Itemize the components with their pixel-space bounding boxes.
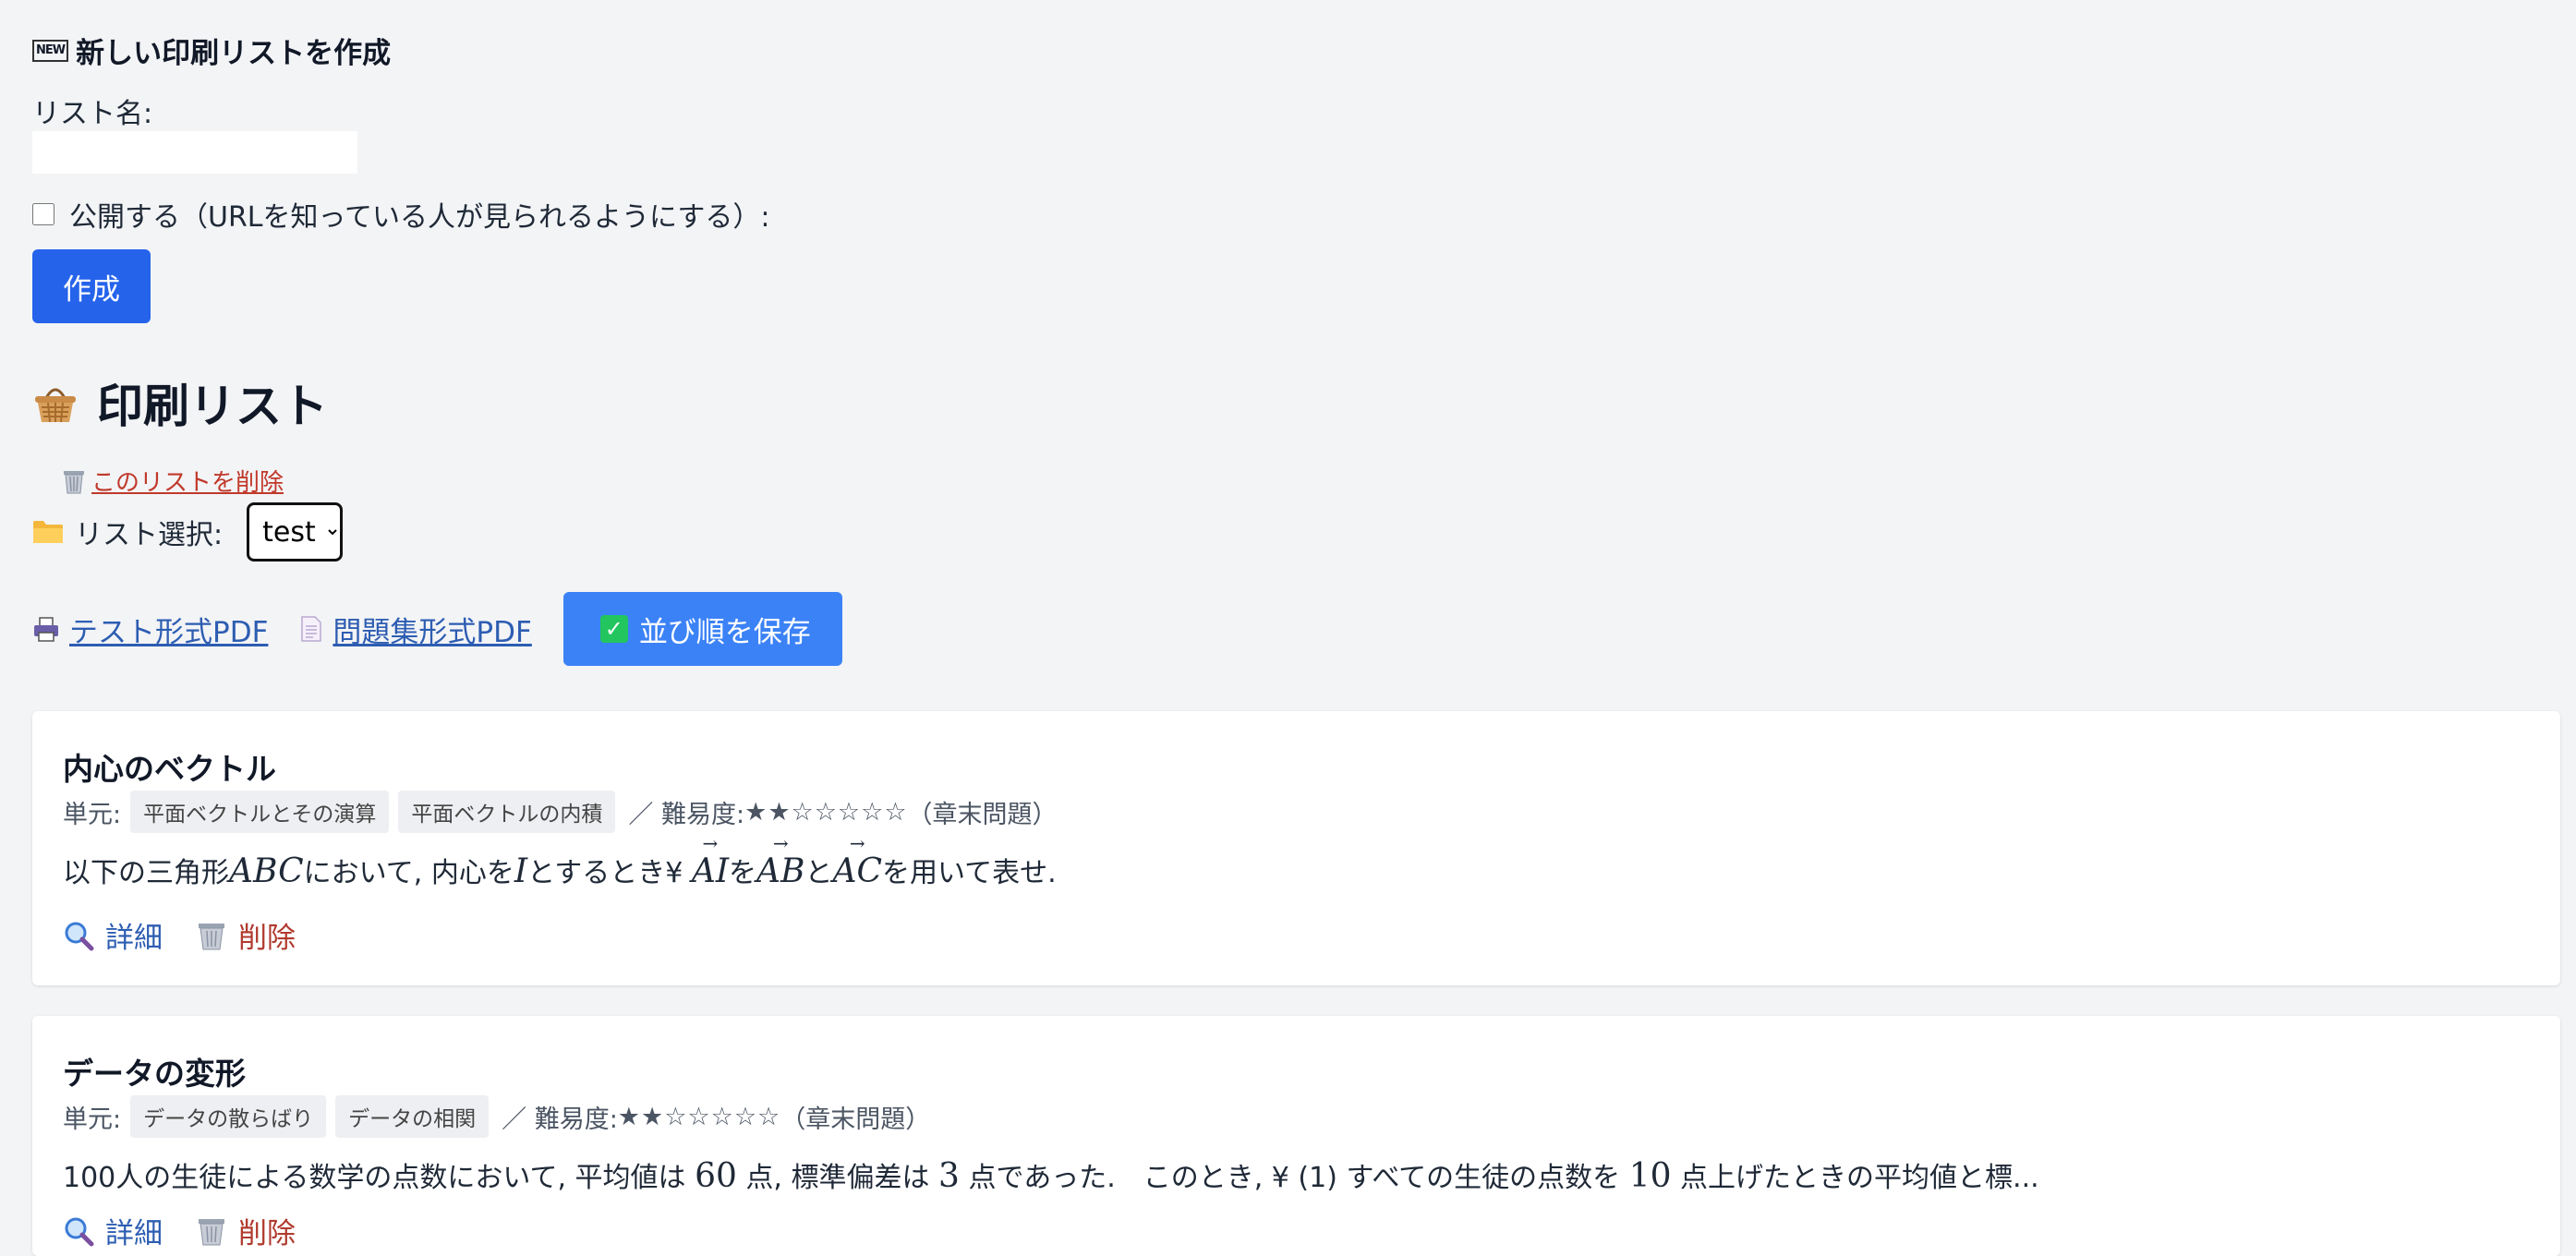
math-number: 10 <box>1628 1157 1672 1195</box>
document-icon <box>301 616 322 642</box>
body-text: 点であった. このとき, ¥ (1) すべての生徒の点数を <box>959 1162 1629 1194</box>
difficulty-stars: ★★☆☆☆☆☆ <box>617 1102 781 1131</box>
create-button[interactable]: 作成 <box>32 249 151 323</box>
vector-term: AB <box>756 852 804 890</box>
problem-body: 100人の生徒による数学の点数において, 平均値は 60 点, 標準偏差は 3 … <box>63 1154 2039 1195</box>
magnifier-icon <box>65 922 94 950</box>
workbook-pdf-link[interactable]: 問題集形式PDF <box>299 609 532 650</box>
problem-body: 以下の三角形ABCにおいて, 内心をIとするとき¥ AIをABとACを用いて表せ… <box>63 850 1057 890</box>
math-number: 3 <box>938 1157 960 1195</box>
body-text: において, 内心を <box>303 857 514 889</box>
body-text: を <box>729 857 757 889</box>
print-list-title-text: 印刷リスト <box>97 380 328 433</box>
difficulty-stars: ★★☆☆☆☆☆ <box>744 797 908 827</box>
problem-meta: 単元: 平面ベクトルとその演算 平面ベクトルの内積 ／ 難易度: ★★☆☆☆☆☆… <box>63 791 1058 833</box>
unit-label: 単元: <box>63 1105 122 1134</box>
body-text: を用いて表せ. <box>882 857 1057 889</box>
wastebasket-icon <box>199 1218 224 1245</box>
create-list-title: NEW 新しい印刷リストを作成 <box>32 30 391 71</box>
save-order-label: 並び順を保存 <box>638 615 811 649</box>
delete-problem-link[interactable]: 削除 <box>196 914 296 956</box>
list-name-input[interactable] <box>32 131 357 174</box>
delete-list-link[interactable]: このリストを削除 <box>62 464 284 498</box>
delete-label: 削除 <box>238 922 296 955</box>
problem-category: （章末問題） <box>780 1105 931 1134</box>
problem-title: 内心のベクトル <box>63 751 276 787</box>
problem-meta: 単元: データの散らばり データの相関 ／ 難易度: ★★☆☆☆☆☆ （章末問題… <box>63 1095 930 1138</box>
problem-category: （章末問題） <box>907 800 1058 829</box>
unit-tag: データの相関 <box>335 1095 490 1138</box>
public-option[interactable]: 公開する（URLを知っている人が見られるようにする）: <box>32 194 769 235</box>
public-label: 公開する（URLを知っている人が見られるようにする）: <box>69 201 770 234</box>
difficulty-label: ／ 難易度: <box>502 1105 618 1134</box>
delete-problem-link[interactable]: 削除 <box>196 1210 296 1251</box>
body-text: 点, 標準偏差は <box>736 1162 939 1194</box>
create-list-title-text: 新しい印刷リストを作成 <box>76 37 392 70</box>
delete-label: 削除 <box>238 1217 296 1250</box>
problem-card: データの変形 単元: データの散らばり データの相関 ／ 難易度: ★★☆☆☆☆… <box>32 1016 2560 1256</box>
problem-card: 内心のベクトル 単元: 平面ベクトルとその演算 平面ベクトルの内積 ／ 難易度:… <box>32 711 2560 985</box>
test-pdf-label: テスト形式PDF <box>69 615 269 649</box>
printer-icon <box>34 617 58 642</box>
unit-tag: 平面ベクトルの内積 <box>398 791 616 833</box>
list-select-label: リスト選択: <box>75 519 224 551</box>
vector-term: AI <box>692 852 729 890</box>
body-text: 100人の生徒による数学の点数において, 平均値は <box>63 1162 695 1194</box>
unit-label: 単元: <box>63 800 122 829</box>
difficulty-label: ／ 難易度: <box>628 800 745 829</box>
detail-label: 詳細 <box>105 922 163 955</box>
problem-actions: 詳細 削除 <box>63 1210 296 1251</box>
math-term: I <box>514 852 528 890</box>
magnifier-icon <box>65 1217 94 1246</box>
unit-tag: 平面ベクトルとその演算 <box>130 791 390 833</box>
body-text: とするとき¥ <box>527 857 692 889</box>
list-name-label: リスト名: <box>32 98 153 130</box>
basket-icon <box>35 388 76 423</box>
body-text: 点上げたときの平均値と標... <box>1671 1162 2039 1194</box>
math-number: 60 <box>695 1157 737 1195</box>
vector-term: AC <box>833 852 883 890</box>
math-term: ABC <box>229 852 304 890</box>
list-select-row: リスト選択: test <box>32 502 344 562</box>
list-actions: テスト形式PDF 問題集形式PDF ✓ 並び順を保存 <box>32 592 842 666</box>
detail-link[interactable]: 詳細 <box>63 1210 163 1251</box>
unit-tag: データの散らばり <box>130 1095 327 1138</box>
detail-label: 詳細 <box>105 1217 163 1250</box>
wastebasket-icon <box>199 923 224 949</box>
workbook-pdf-label: 問題集形式PDF <box>333 615 532 649</box>
test-pdf-link[interactable]: テスト形式PDF <box>32 609 268 650</box>
print-list-title: 印刷リスト <box>32 369 328 436</box>
public-checkbox[interactable] <box>32 203 54 225</box>
body-text: 以下の三角形 <box>63 857 229 889</box>
save-order-button[interactable]: ✓ 並び順を保存 <box>562 592 842 666</box>
new-icon: NEW <box>32 39 69 62</box>
problem-title: データの変形 <box>63 1056 246 1092</box>
delete-list-label: このリストを削除 <box>91 469 284 497</box>
detail-link[interactable]: 詳細 <box>63 914 163 956</box>
wastebasket-icon <box>64 470 84 493</box>
problem-actions: 詳細 削除 <box>63 914 296 956</box>
check-icon: ✓ <box>599 615 628 643</box>
folder-icon <box>33 521 63 543</box>
list-select[interactable]: test <box>247 502 344 562</box>
body-text: と <box>804 857 833 889</box>
